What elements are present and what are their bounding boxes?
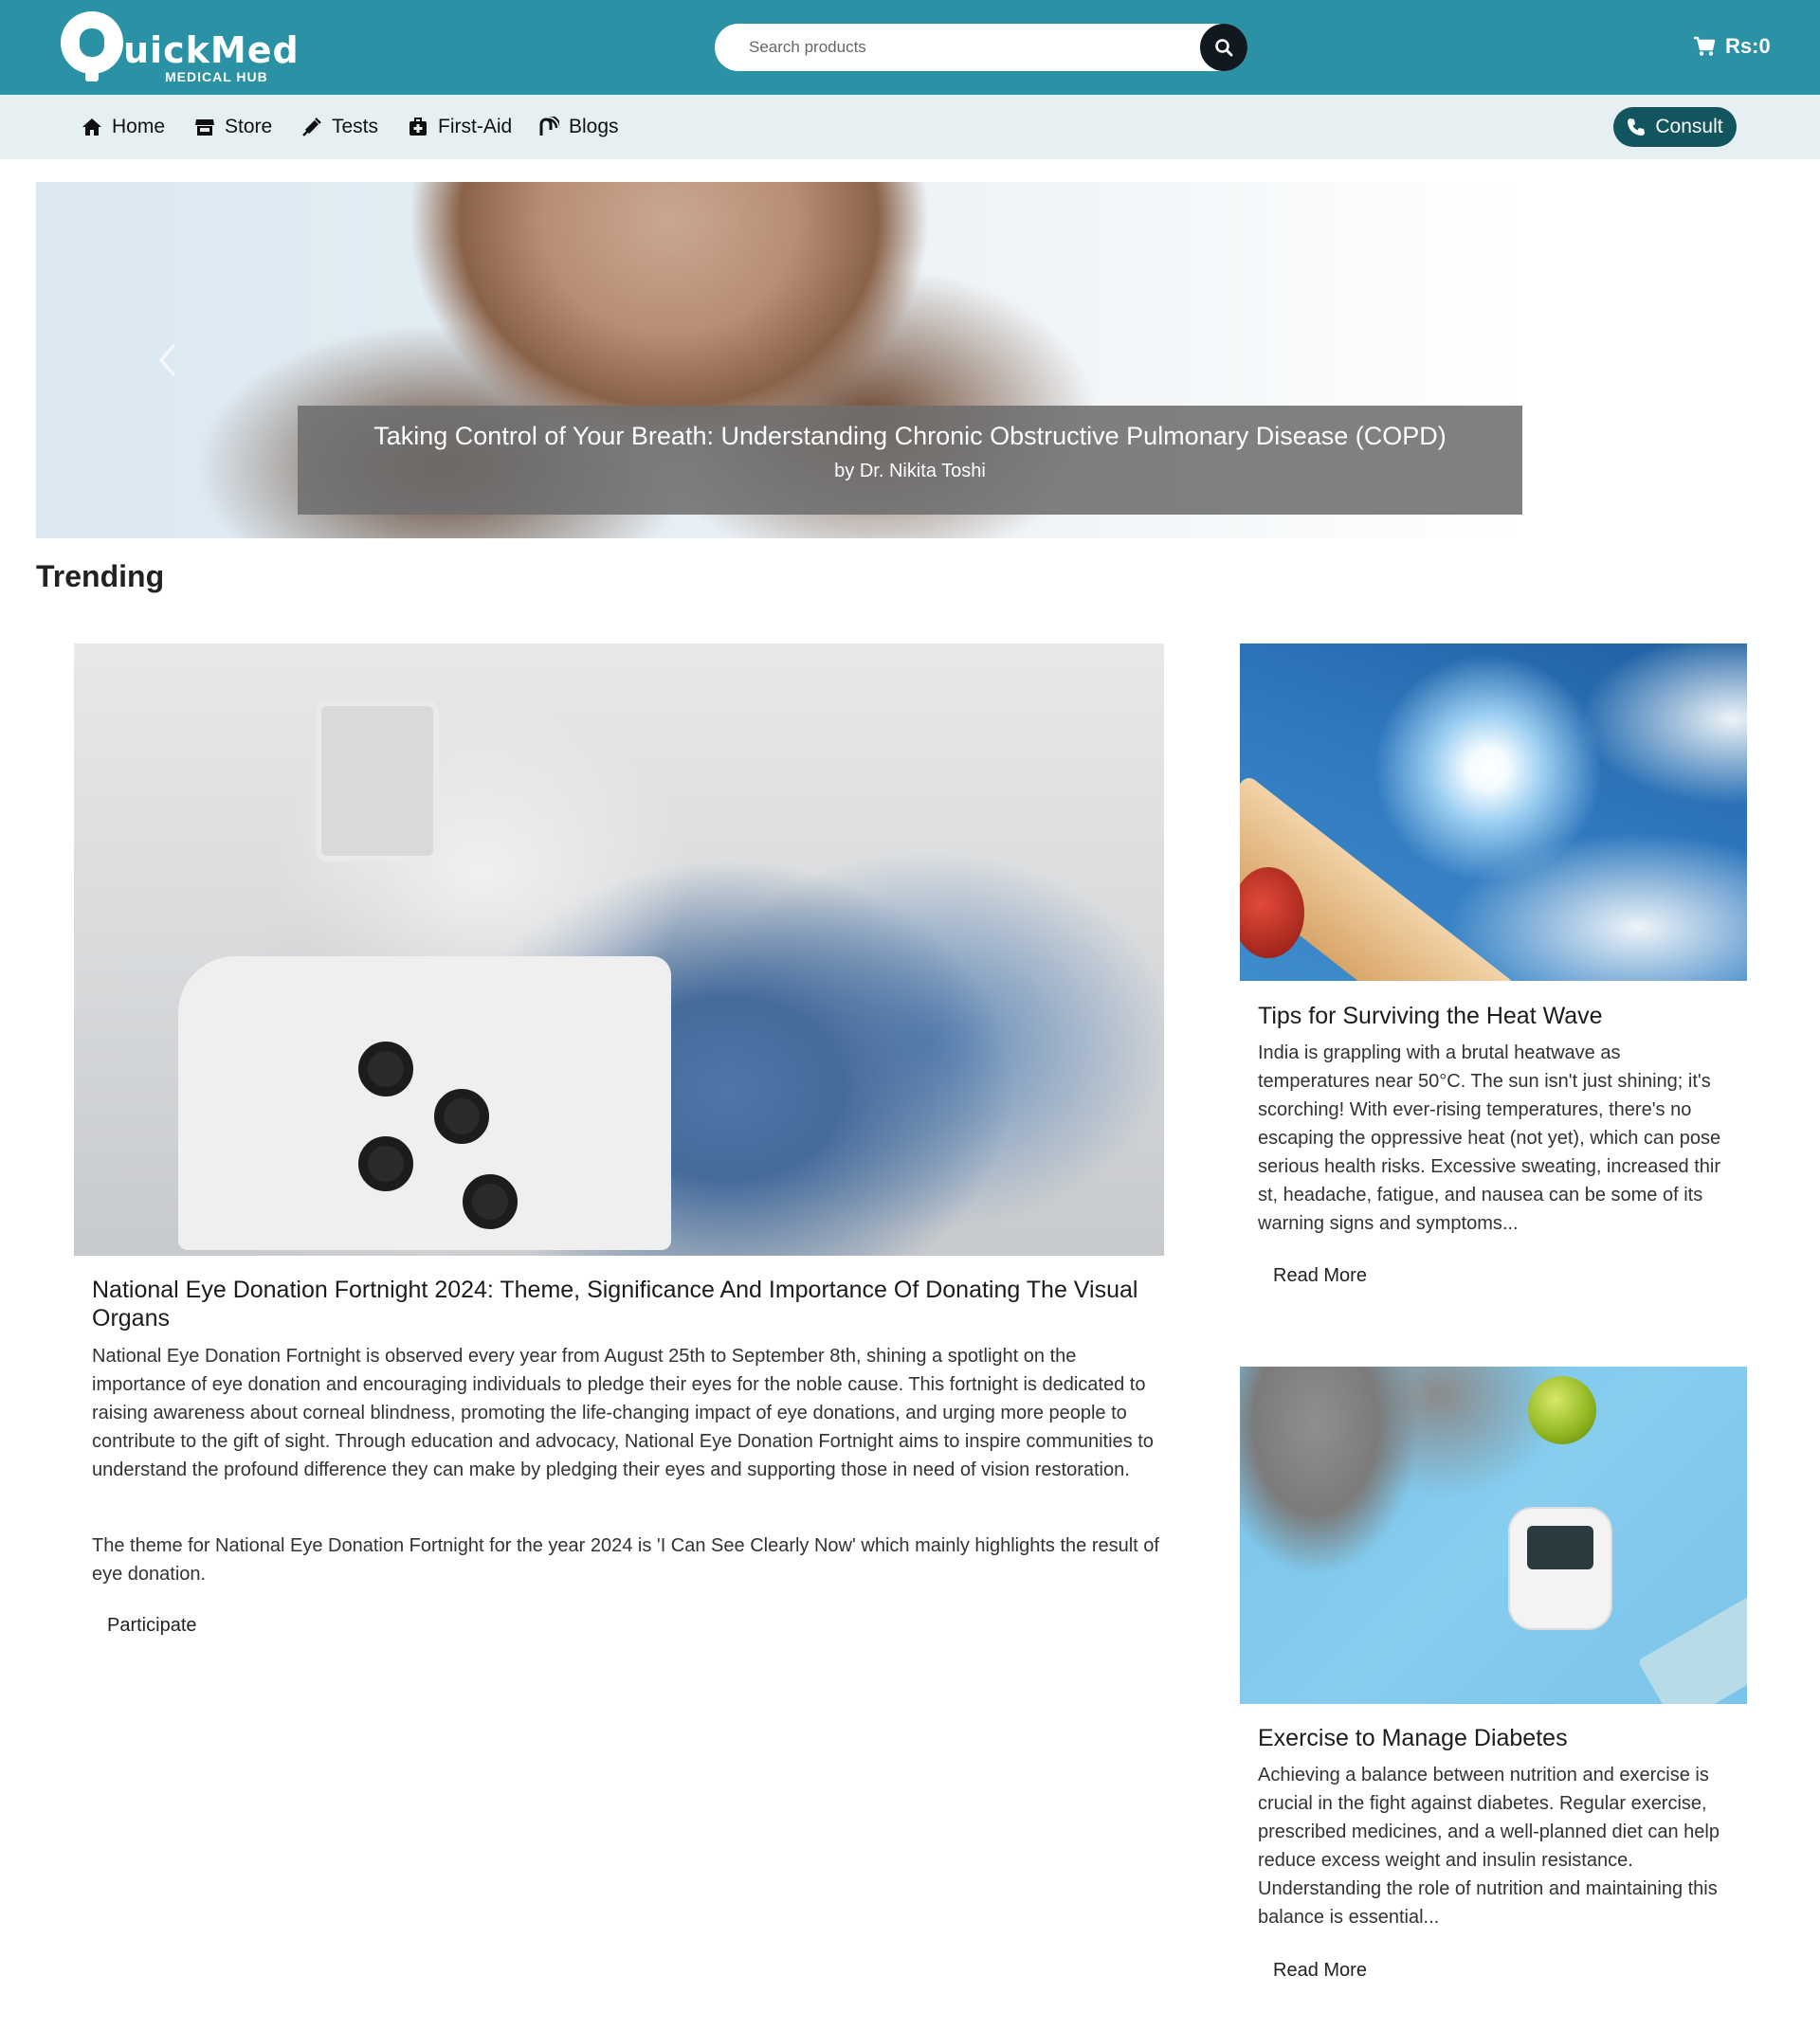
quickmed-logo[interactable]: uickMed MEDICAL HUB	[61, 11, 299, 85]
main-nav: Home Store Tests First-Aid Blogs Consult	[0, 95, 1820, 159]
main-card-paragraph-1: National Eye Donation Fortnight is obser…	[92, 1346, 1154, 1480]
heat-wave-image	[1240, 643, 1747, 981]
eye-donation-image	[74, 643, 1164, 1256]
syringe-icon	[302, 118, 321, 136]
trending-heading: Trending	[36, 559, 165, 593]
logo-text: uickMed	[123, 29, 300, 71]
heat-wave-title[interactable]: Tips for Surviving the Heat Wave	[1258, 1002, 1732, 1030]
consult-label: Consult	[1655, 116, 1723, 137]
first-aid-kit-icon	[410, 118, 427, 136]
cart-total: Rs:0	[1725, 34, 1771, 58]
consult-button[interactable]: Consult	[1613, 107, 1737, 147]
phone-icon	[1628, 118, 1646, 136]
nav-item-first-aid[interactable]: First-Aid	[408, 95, 512, 159]
search-icon	[1215, 39, 1233, 57]
main-card-paragraph-2: The theme for National Eye Donation Fort…	[92, 1535, 1159, 1585]
cart-button[interactable]: Rs:0	[1693, 34, 1771, 59]
blog-icon	[539, 117, 559, 136]
hero-author: by Dr. Nikita Toshi	[834, 461, 986, 481]
nav-label-home: Home	[112, 116, 166, 137]
home-icon	[82, 118, 101, 136]
nav-label-blogs: Blogs	[569, 116, 619, 137]
diabetes-title[interactable]: Exercise to Manage Diabetes	[1258, 1724, 1732, 1752]
nav-label-tests: Tests	[332, 116, 379, 137]
participate-button[interactable]: Participate	[107, 1615, 197, 1637]
search-bar	[715, 24, 1247, 71]
search-input[interactable]	[737, 24, 1183, 71]
carousel-prev-icon[interactable]	[157, 341, 178, 379]
diabetes-text: Achieving a balance between nutrition an…	[1258, 1765, 1720, 1928]
hero-caption: Taking Control of Your Breath: Understan…	[298, 406, 1522, 515]
cart-icon	[1694, 36, 1716, 56]
logo-subtitle: MEDICAL HUB	[165, 69, 268, 84]
nav-item-blogs[interactable]: Blogs	[538, 95, 619, 159]
heat-wave-text: India is grappling with a brutal heatwav…	[1258, 1042, 1721, 1234]
hero-title: Taking Control of Your Breath: Understan…	[373, 422, 1447, 450]
top-header: uickMed MEDICAL HUB Rs:0	[0, 0, 1820, 95]
nav-item-home[interactable]: Home	[82, 95, 165, 159]
diabetes-read-more[interactable]: Read More	[1273, 1960, 1367, 1982]
search-button[interactable]	[1200, 24, 1247, 71]
hero-carousel[interactable]: Taking Control of Your Breath: Understan…	[36, 182, 1526, 538]
main-card-title[interactable]: National Eye Donation Fortnight 2024: Th…	[92, 1276, 1163, 1332]
heat-wave-read-more[interactable]: Read More	[1273, 1265, 1367, 1287]
store-icon	[195, 119, 214, 136]
nav-item-store[interactable]: Store	[194, 95, 272, 159]
diabetes-image	[1240, 1367, 1747, 1704]
nav-label-first-aid: First-Aid	[438, 116, 513, 137]
nav-item-tests[interactable]: Tests	[301, 95, 378, 159]
nav-label-store: Store	[225, 116, 273, 137]
